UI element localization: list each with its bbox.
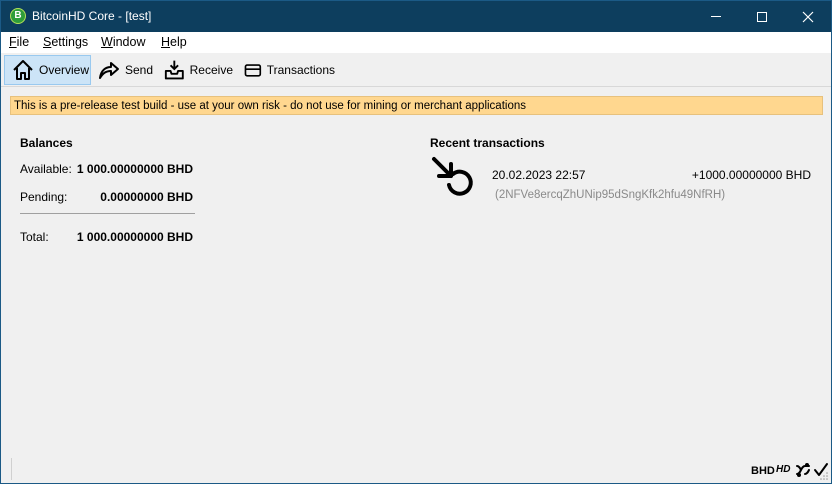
minimize-button[interactable] [693,1,739,32]
available-value: 1 000.00000000 BHD [76,162,193,176]
receive-arrow-icon [432,157,473,196]
transaction-date: 20.02.2023 22:57 [492,168,586,182]
pending-label: Pending: [20,190,68,204]
statusbar-divider [11,458,12,480]
card-transactions-icon [244,64,262,77]
title-bar[interactable]: B BitcoinHD Core - [test] [1,1,831,32]
unit-selector[interactable]: BHD [751,465,775,477]
inbox-receive-icon [164,60,184,80]
maximize-button[interactable] [739,1,785,32]
send-arrow-icon [98,62,119,79]
transaction-address: (2NFVe8ercqZhUNip95dSngKfk2hfu49NfRH) [495,189,726,201]
toolbar: Overview Send Receive Transactions [1,53,831,87]
close-button[interactable] [785,1,831,32]
menu-bar: File Settings Window Help [1,32,831,53]
menu-file-mnemonic: F [9,35,17,49]
main-window: B BitcoinHD Core - [test] File Settings … [0,0,832,484]
bitcoinhd-logo-icon: B [10,8,26,24]
home-icon [13,60,33,80]
menu-window-label: indow [112,35,146,49]
hd-wallet-badge: HD [776,464,791,475]
menu-file-label: ile [16,35,30,49]
menu-window[interactable]: Window [101,35,145,49]
tab-overview-label: Overview [39,63,90,77]
tab-send-label: Send [124,63,153,77]
tab-receive-label: Receive [189,63,233,77]
menu-help[interactable]: Help [161,35,187,49]
resize-grip-icon[interactable] [819,471,829,481]
window-title: BitcoinHD Core - [test] [32,9,152,23]
tab-transactions-label: Transactions [266,63,335,77]
available-label: Available: [20,162,72,176]
recent-transactions-title: Recent transactions [430,136,545,150]
balance-divider [20,213,195,214]
pending-value: 0.00000000 BHD [100,190,193,204]
balances-title: Balances [20,136,73,150]
network-icon[interactable] [795,462,811,478]
tab-overview[interactable]: Overview [4,55,91,85]
menu-settings-label: ettings [51,35,89,49]
menu-settings[interactable]: Settings [43,35,88,49]
minimize-icon [711,16,721,17]
total-value: 1 000.00000000 BHD [76,230,193,244]
close-icon [802,11,814,22]
menu-window-mnemonic: W [101,35,113,49]
menu-help-mnemonic: H [161,35,171,49]
tab-transactions[interactable]: Transactions [243,55,335,85]
transaction-amount: +1000.00000000 BHD [691,168,811,182]
menu-help-label: elp [170,35,187,49]
tab-receive[interactable]: Receive [163,55,233,85]
menu-file[interactable]: File [9,35,29,49]
tab-send[interactable]: Send [97,55,153,85]
prerelease-warning-banner: This is a pre-release test build - use a… [10,96,823,115]
total-label: Total: [20,230,49,244]
maximize-icon [757,11,767,22]
